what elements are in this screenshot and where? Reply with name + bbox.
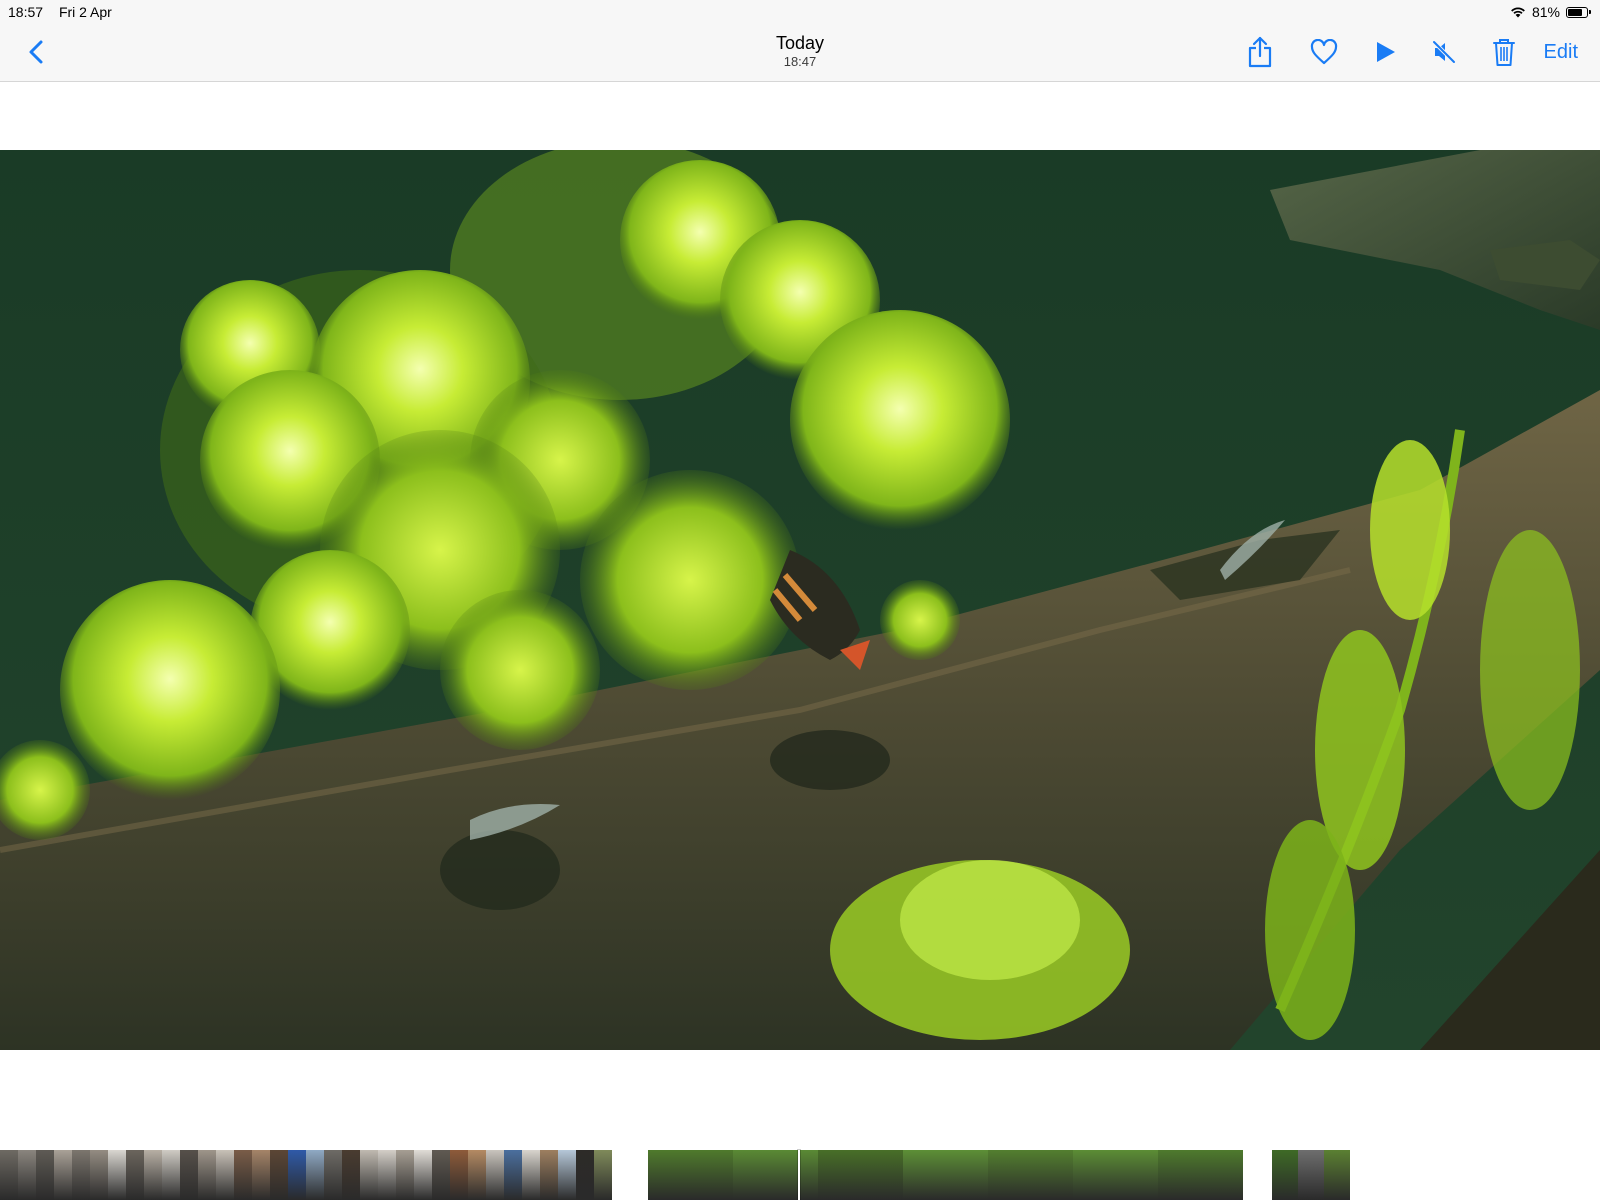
filmstrip-thumbnail[interactable] [432, 1150, 450, 1200]
filmstrip-thumbnail[interactable] [540, 1150, 558, 1200]
nav-bar: Today 18:47 Edit [0, 24, 1600, 82]
filmstrip-thumbnail[interactable] [216, 1150, 234, 1200]
filmstrip-thumbnail[interactable] [504, 1150, 522, 1200]
share-button[interactable] [1242, 34, 1278, 70]
battery-percent: 81% [1531, 4, 1560, 20]
filmstrip-thumbnail[interactable] [252, 1150, 270, 1200]
photo-viewer[interactable] [0, 150, 1600, 1050]
filmstrip-thumbnail[interactable] [36, 1150, 54, 1200]
filmstrip-thumbnail[interactable] [0, 1150, 18, 1200]
filmstrip-thumbnail[interactable] [486, 1150, 504, 1200]
status-bar: 18:57 Fri 2 Apr 81% [0, 0, 1600, 24]
filmstrip-thumbnail[interactable] [1158, 1150, 1243, 1200]
filmstrip-playhead[interactable] [798, 1150, 800, 1200]
filmstrip-thumbnail[interactable] [468, 1150, 486, 1200]
filmstrip-thumbnail[interactable] [522, 1150, 540, 1200]
page-subtitle: 18:47 [783, 54, 817, 69]
filmstrip-thumbnail[interactable] [198, 1150, 216, 1200]
status-right: 81% [1510, 4, 1591, 20]
filmstrip-thumbnail[interactable] [180, 1150, 198, 1200]
page-title: Today [775, 33, 825, 53]
filmstrip-thumbnail[interactable] [144, 1150, 162, 1200]
favorite-button[interactable] [1306, 34, 1342, 70]
filmstrip-thumbnail[interactable] [1272, 1150, 1298, 1200]
aquarium-photo [0, 150, 1600, 1050]
filmstrip-thumbnail[interactable] [162, 1150, 180, 1200]
filmstrip-thumbnail[interactable] [72, 1150, 90, 1200]
filmstrip-thumbnail[interactable] [90, 1150, 108, 1200]
heart-icon [1310, 39, 1338, 65]
filmstrip-thumbnail[interactable] [108, 1150, 126, 1200]
play-icon [1377, 42, 1395, 62]
filmstrip-thumbnail[interactable] [558, 1150, 576, 1200]
edit-button[interactable]: Edit [1544, 41, 1578, 64]
wifi-icon [1511, 7, 1525, 18]
filmstrip-thumbnail[interactable] [1298, 1150, 1324, 1200]
filmstrip-thumbnail[interactable] [126, 1150, 144, 1200]
filmstrip-thumbnail[interactable] [988, 1150, 1073, 1200]
filmstrip-thumbnail[interactable] [18, 1150, 36, 1200]
share-icon [1248, 36, 1272, 68]
filmstrip-thumbnail[interactable] [450, 1150, 468, 1200]
filmstrip-thumbnail[interactable] [54, 1150, 72, 1200]
filmstrip-thumbnail[interactable] [594, 1150, 612, 1200]
status-date: Fri 2 Apr [58, 4, 112, 20]
battery-icon [1566, 6, 1591, 18]
filmstrip-thumbnail[interactable] [288, 1150, 306, 1200]
filmstrip-thumbnail[interactable] [1073, 1150, 1158, 1200]
nav-title-block: Today 18:47 [0, 32, 1600, 70]
filmstrip-thumbnail[interactable] [306, 1150, 324, 1200]
filmstrip-thumbnail[interactable] [1324, 1150, 1350, 1200]
delete-button[interactable] [1486, 34, 1522, 70]
status-time: 18:57 [8, 4, 44, 20]
filmstrip-thumbnail[interactable] [414, 1150, 432, 1200]
filmstrip-thumbnail[interactable] [378, 1150, 396, 1200]
filmstrip-thumbnail[interactable] [342, 1150, 360, 1200]
filmstrip-thumbnail[interactable] [396, 1150, 414, 1200]
filmstrip-thumbnail[interactable] [270, 1150, 288, 1200]
status-left: 18:57 Fri 2 Apr [8, 4, 124, 20]
filmstrip-thumbnail[interactable] [360, 1150, 378, 1200]
speaker-muted-icon [1432, 40, 1456, 64]
filmstrip[interactable] [0, 1150, 1600, 1200]
filmstrip-thumbnail[interactable] [324, 1150, 342, 1200]
play-button[interactable] [1368, 34, 1404, 70]
mute-button[interactable] [1426, 34, 1462, 70]
filmstrip-thumbnail[interactable] [903, 1150, 988, 1200]
filmstrip-thumbnail[interactable] [576, 1150, 594, 1200]
filmstrip-thumbnail[interactable] [648, 1150, 733, 1200]
filmstrip-thumbnail[interactable] [733, 1150, 818, 1200]
trash-icon [1493, 39, 1515, 66]
filmstrip-thumbnail[interactable] [818, 1150, 903, 1200]
filmstrip-thumbnail[interactable] [234, 1150, 252, 1200]
